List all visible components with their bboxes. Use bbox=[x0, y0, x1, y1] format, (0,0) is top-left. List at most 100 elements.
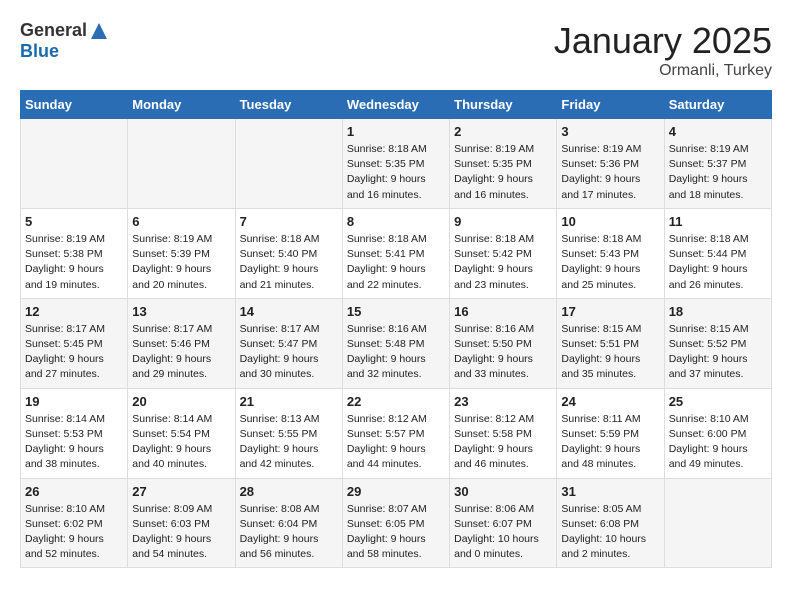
calendar-cell: 6 Sunrise: 8:19 AMSunset: 5:39 PMDaylight… bbox=[128, 208, 235, 298]
day-number: 4 bbox=[669, 124, 767, 139]
month-title: January 2025 bbox=[554, 20, 772, 62]
cell-info: Sunrise: 8:19 AMSunset: 5:37 PMDaylight:… bbox=[669, 142, 767, 203]
calendar-cell: 2 Sunrise: 8:19 AMSunset: 5:35 PMDaylight… bbox=[450, 119, 557, 209]
cell-info: Sunrise: 8:10 AMSunset: 6:02 PMDaylight:… bbox=[25, 502, 123, 563]
calendar-cell: 10 Sunrise: 8:18 AMSunset: 5:43 PMDayligh… bbox=[557, 208, 664, 298]
cell-info: Sunrise: 8:14 AMSunset: 5:53 PMDaylight:… bbox=[25, 412, 123, 473]
day-number: 29 bbox=[347, 484, 445, 499]
calendar-cell: 18 Sunrise: 8:15 AMSunset: 5:52 PMDayligh… bbox=[664, 298, 771, 388]
calendar-cell: 20Sunrise: 8:14 AMSunset: 5:54 PMDayligh… bbox=[128, 388, 235, 478]
calendar-cell: 9Sunrise: 8:18 AMSunset: 5:42 PMDaylight… bbox=[450, 208, 557, 298]
day-number: 8 bbox=[347, 214, 445, 229]
cell-info: Sunrise: 8:11 AMSunset: 5:59 PMDaylight:… bbox=[561, 412, 659, 473]
calendar-cell: 13Sunrise: 8:17 AMSunset: 5:46 PMDayligh… bbox=[128, 298, 235, 388]
logo-icon bbox=[89, 21, 109, 41]
day-number: 20 bbox=[132, 394, 230, 409]
calendar-cell: 16 Sunrise: 8:16 AMSunset: 5:50 PMDayligh… bbox=[450, 298, 557, 388]
cell-info: Sunrise: 8:09 AMSunset: 6:03 PMDaylight:… bbox=[132, 502, 230, 563]
day-number: 24 bbox=[561, 394, 659, 409]
calendar-cell: 25Sunrise: 8:10 AMSunset: 6:00 PMDayligh… bbox=[664, 388, 771, 478]
cell-info: Sunrise: 8:17 AMSunset: 5:47 PMDaylight:… bbox=[240, 322, 338, 383]
cell-info: Sunrise: 8:18 AMSunset: 5:42 PMDaylight:… bbox=[454, 232, 552, 293]
cell-info: Sunrise: 8:07 AMSunset: 6:05 PMDaylight:… bbox=[347, 502, 445, 563]
calendar-cell: 8 Sunrise: 8:18 AMSunset: 5:41 PMDaylight… bbox=[342, 208, 449, 298]
cell-info: Sunrise: 8:15 AMSunset: 5:52 PMDaylight:… bbox=[669, 322, 767, 383]
calendar-cell bbox=[235, 119, 342, 209]
weekday-header-wednesday: Wednesday bbox=[342, 91, 449, 119]
calendar-cell: 28Sunrise: 8:08 AMSunset: 6:04 PMDayligh… bbox=[235, 478, 342, 568]
day-number: 10 bbox=[561, 214, 659, 229]
cell-info: Sunrise: 8:19 AMSunset: 5:39 PMDaylight:… bbox=[132, 232, 230, 293]
day-number: 14 bbox=[240, 304, 338, 319]
day-number: 30 bbox=[454, 484, 552, 499]
cell-info: Sunrise: 8:19 AMSunset: 5:36 PMDaylight:… bbox=[561, 142, 659, 203]
cell-info: Sunrise: 8:19 AMSunset: 5:35 PMDaylight:… bbox=[454, 142, 552, 203]
day-number: 7 bbox=[240, 214, 338, 229]
week-row-5: 26 Sunrise: 8:10 AMSunset: 6:02 PMDayligh… bbox=[21, 478, 772, 568]
calendar-cell: 29 Sunrise: 8:07 AMSunset: 6:05 PMDayligh… bbox=[342, 478, 449, 568]
calendar-cell: 30 Sunrise: 8:06 AMSunset: 6:07 PMDayligh… bbox=[450, 478, 557, 568]
title-block: January 2025 Ormanli, Turkey bbox=[554, 20, 772, 80]
day-number: 22 bbox=[347, 394, 445, 409]
location: Ormanli, Turkey bbox=[554, 62, 772, 80]
cell-info: Sunrise: 8:06 AMSunset: 6:07 PMDaylight:… bbox=[454, 502, 552, 563]
cell-info: Sunrise: 8:17 AMSunset: 5:46 PMDaylight:… bbox=[132, 322, 230, 383]
cell-info: Sunrise: 8:18 AMSunset: 5:43 PMDaylight:… bbox=[561, 232, 659, 293]
cell-info: Sunrise: 8:10 AMSunset: 6:00 PMDaylight:… bbox=[669, 412, 767, 473]
cell-info: Sunrise: 8:18 AMSunset: 5:40 PMDaylight:… bbox=[240, 232, 338, 293]
day-number: 26 bbox=[25, 484, 123, 499]
week-row-3: 12 Sunrise: 8:17 AMSunset: 5:45 PMDayligh… bbox=[21, 298, 772, 388]
day-number: 15 bbox=[347, 304, 445, 319]
day-number: 2 bbox=[454, 124, 552, 139]
day-number: 16 bbox=[454, 304, 552, 319]
calendar-cell bbox=[128, 119, 235, 209]
cell-info: Sunrise: 8:18 AMSunset: 5:41 PMDaylight:… bbox=[347, 232, 445, 293]
day-number: 18 bbox=[669, 304, 767, 319]
day-number: 17 bbox=[561, 304, 659, 319]
calendar-cell: 12 Sunrise: 8:17 AMSunset: 5:45 PMDayligh… bbox=[21, 298, 128, 388]
cell-info: Sunrise: 8:18 AMSunset: 5:35 PMDaylight:… bbox=[347, 142, 445, 203]
cell-info: Sunrise: 8:19 AMSunset: 5:38 PMDaylight:… bbox=[25, 232, 123, 293]
cell-info: Sunrise: 8:16 AMSunset: 5:48 PMDaylight:… bbox=[347, 322, 445, 383]
week-row-2: 5Sunrise: 8:19 AMSunset: 5:38 PMDaylight… bbox=[21, 208, 772, 298]
weekday-header-thursday: Thursday bbox=[450, 91, 557, 119]
cell-info: Sunrise: 8:17 AMSunset: 5:45 PMDaylight:… bbox=[25, 322, 123, 383]
day-number: 21 bbox=[240, 394, 338, 409]
calendar-cell: 11Sunrise: 8:18 AMSunset: 5:44 PMDayligh… bbox=[664, 208, 771, 298]
cell-info: Sunrise: 8:16 AMSunset: 5:50 PMDaylight:… bbox=[454, 322, 552, 383]
weekday-header-saturday: Saturday bbox=[664, 91, 771, 119]
calendar-cell: 5Sunrise: 8:19 AMSunset: 5:38 PMDaylight… bbox=[21, 208, 128, 298]
weekday-header-monday: Monday bbox=[128, 91, 235, 119]
logo-blue-text: Blue bbox=[20, 41, 59, 62]
logo-general-text: General bbox=[20, 20, 87, 41]
weekday-header-row: SundayMondayTuesdayWednesdayThursdayFrid… bbox=[21, 91, 772, 119]
calendar-cell: 26 Sunrise: 8:10 AMSunset: 6:02 PMDayligh… bbox=[21, 478, 128, 568]
calendar-cell bbox=[21, 119, 128, 209]
day-number: 28 bbox=[240, 484, 338, 499]
calendar-cell: 22Sunrise: 8:12 AMSunset: 5:57 PMDayligh… bbox=[342, 388, 449, 478]
calendar-cell: 15 Sunrise: 8:16 AMSunset: 5:48 PMDayligh… bbox=[342, 298, 449, 388]
calendar-cell bbox=[664, 478, 771, 568]
calendar-cell: 19 Sunrise: 8:14 AMSunset: 5:53 PMDayligh… bbox=[21, 388, 128, 478]
cell-info: Sunrise: 8:05 AMSunset: 6:08 PMDaylight:… bbox=[561, 502, 659, 563]
calendar-cell: 21 Sunrise: 8:13 AMSunset: 5:55 PMDayligh… bbox=[235, 388, 342, 478]
weekday-header-friday: Friday bbox=[557, 91, 664, 119]
calendar-cell: 4 Sunrise: 8:19 AMSunset: 5:37 PMDaylight… bbox=[664, 119, 771, 209]
weekday-header-sunday: Sunday bbox=[21, 91, 128, 119]
day-number: 6 bbox=[132, 214, 230, 229]
day-number: 12 bbox=[25, 304, 123, 319]
weekday-header-tuesday: Tuesday bbox=[235, 91, 342, 119]
calendar-cell: 1 Sunrise: 8:18 AMSunset: 5:35 PMDaylight… bbox=[342, 119, 449, 209]
day-number: 19 bbox=[25, 394, 123, 409]
day-number: 3 bbox=[561, 124, 659, 139]
cell-info: Sunrise: 8:13 AMSunset: 5:55 PMDaylight:… bbox=[240, 412, 338, 473]
calendar-cell: 31 Sunrise: 8:05 AMSunset: 6:08 PMDayligh… bbox=[557, 478, 664, 568]
day-number: 31 bbox=[561, 484, 659, 499]
day-number: 1 bbox=[347, 124, 445, 139]
cell-info: Sunrise: 8:18 AMSunset: 5:44 PMDaylight:… bbox=[669, 232, 767, 293]
week-row-4: 19 Sunrise: 8:14 AMSunset: 5:53 PMDayligh… bbox=[21, 388, 772, 478]
week-row-1: 1 Sunrise: 8:18 AMSunset: 5:35 PMDaylight… bbox=[21, 119, 772, 209]
calendar-cell: 27Sunrise: 8:09 AMSunset: 6:03 PMDayligh… bbox=[128, 478, 235, 568]
calendar-cell: 23Sunrise: 8:12 AMSunset: 5:58 PMDayligh… bbox=[450, 388, 557, 478]
logo: General Blue bbox=[20, 20, 109, 62]
